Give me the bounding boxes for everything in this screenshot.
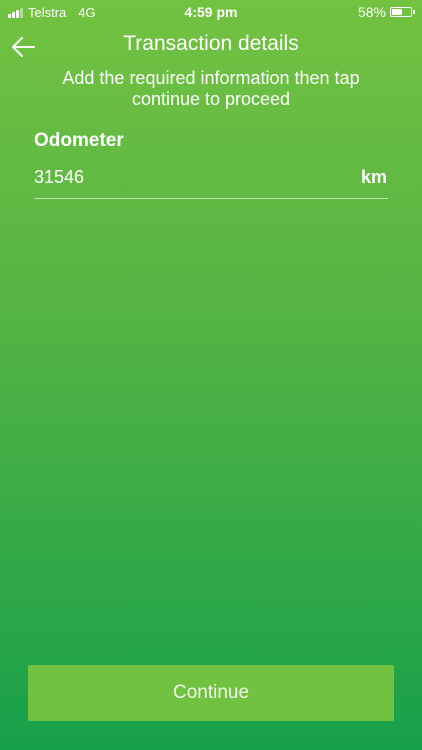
- battery-fill: [392, 9, 403, 15]
- status-right: 58%: [357, 4, 415, 20]
- odometer-input[interactable]: [34, 163, 334, 191]
- continue-button[interactable]: Continue: [28, 665, 394, 721]
- battery-icon: [390, 7, 415, 17]
- battery-percentage: 58%: [357, 4, 386, 20]
- odometer-unit: km: [360, 167, 387, 187]
- instructions-text: Add the required information then tap co…: [62, 68, 360, 109]
- odometer-field: km: [34, 160, 388, 199]
- page-title: Transaction details: [123, 32, 299, 55]
- odometer-label: Odometer: [34, 130, 124, 151]
- status-bar: Telstra 4G 4:59 pm 58%: [0, 0, 422, 24]
- continue-button-label: Continue: [172, 682, 250, 703]
